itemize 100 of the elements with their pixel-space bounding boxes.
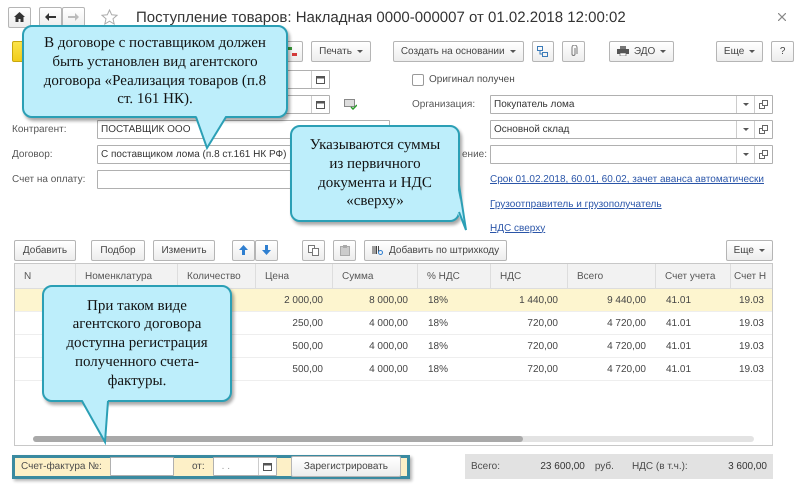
table-cell-text: 41.01 (665, 294, 692, 308)
table-cell-text: 4 720,00 (606, 362, 647, 376)
table-cell-text: 19.03 (738, 316, 765, 330)
link[interactable]: Грузоотправитель и грузополучатель (490, 199, 662, 210)
column-header[interactable]: НДС (491, 264, 568, 288)
caret-icon (759, 248, 765, 252)
structure-icon (537, 46, 548, 56)
toolbar-button[interactable]: Создать на основании (392, 40, 524, 62)
column-header[interactable]: Счет учета (656, 264, 731, 288)
barcode-button[interactable]: Добавить по штрихкоду (364, 240, 508, 260)
total-label: Всего: (471, 461, 500, 472)
field-label: Счет-фактура №: (21, 461, 102, 472)
input-field[interactable]: Основной склад (490, 120, 773, 139)
field-label: Счет на оплату: (12, 174, 86, 185)
scrollbar[interactable] (33, 436, 754, 442)
table-cell-text: 720,00 (526, 316, 559, 330)
calendar-icon (316, 100, 325, 109)
table-cell-text: 4 720,00 (606, 340, 647, 354)
paste-button[interactable] (333, 240, 356, 260)
attach-button[interactable] (562, 40, 585, 62)
arrow-right-icon (68, 13, 79, 21)
tooltip-text: В договоре с поставщиком должен быть установлен вид агентского договора «Реализация товаров (п.8 ст. 161 НК). (42, 34, 268, 109)
input-field[interactable]: Покупатель лома (490, 95, 773, 114)
input-field[interactable] (490, 145, 773, 164)
currency-label: руб. (594, 461, 614, 472)
table-cell-text: 720,00 (526, 340, 559, 354)
table-cell-text: 19.03 (738, 340, 765, 354)
vat-amount: 3 600,00 (728, 461, 767, 472)
window-title: Поступление товаров: Накладная 0000-000007 от 01.02.2018 12:00:02 (136, 8, 626, 26)
table-cell-text: 720,00 (526, 362, 559, 376)
column-header[interactable]: Сумма (333, 264, 418, 288)
table-cell-text: 18% (427, 340, 450, 354)
table-cell-text: 4 000,00 (368, 362, 409, 376)
link[interactable]: Срок 01.02.2018, 60.01, 60.02, зачет аванса автоматически (490, 174, 764, 185)
table-cell-text: 250,00 (291, 316, 324, 330)
table-cell-text: 18% (427, 362, 450, 376)
table-cell-text: 41.01 (665, 316, 692, 330)
table-cell-text: 18% (427, 294, 450, 308)
column-header[interactable]: Счет Н (731, 264, 772, 288)
debit-credit-icon (286, 46, 298, 56)
table-cell-text: 4 000,00 (368, 316, 409, 330)
table-cell-text: 1 440,00 (518, 294, 559, 308)
clipboard-icon (340, 244, 350, 256)
field-label: ение: (462, 149, 487, 160)
structure-button[interactable] (532, 40, 554, 62)
document-check-icon (344, 99, 357, 110)
calendar-icon (262, 462, 272, 471)
field-label: Организация: (412, 99, 476, 110)
copy-button[interactable] (302, 240, 325, 260)
table-cell-text: 41.01 (665, 362, 692, 376)
caret-icon (742, 103, 748, 106)
barcode-icon (372, 244, 384, 256)
table-cell-text: 19.03 (738, 294, 765, 308)
toolbar-button[interactable]: Печать (311, 40, 371, 62)
toolbar-button[interactable]: Еще (716, 40, 764, 62)
field-label: Договор: (12, 149, 54, 160)
open-icon (759, 100, 768, 109)
home-icon (14, 12, 25, 22)
table-cell-text: 500,00 (291, 340, 324, 354)
printer-icon (616, 46, 629, 56)
table-button[interactable]: Подбор (91, 240, 145, 260)
checkbox[interactable] (412, 74, 424, 86)
arrow-up-icon (239, 245, 248, 255)
copy-icon (308, 244, 319, 256)
table-button[interactable]: Изменить (153, 240, 215, 260)
caret-icon (742, 153, 748, 156)
arrow-down-icon (262, 245, 271, 255)
table-cell-text: 8 000,00 (368, 294, 409, 308)
star-icon[interactable] (101, 9, 118, 25)
paperclip-icon (569, 45, 578, 57)
arrow-left-icon (45, 13, 56, 21)
more-button[interactable]: Еще (726, 240, 773, 260)
table-cell-text: 2 000,00 (283, 294, 324, 308)
input-field[interactable] (110, 457, 174, 476)
field-label: от: (192, 461, 205, 472)
column-header[interactable]: Цена (256, 264, 333, 288)
close-icon[interactable] (778, 13, 786, 21)
calendar-icon (316, 75, 325, 84)
table-cell-text: 4 000,00 (368, 340, 409, 354)
column-header[interactable]: % НДС (418, 264, 491, 288)
checkbox-label: Оригинал получен (429, 74, 515, 85)
move-up-button[interactable] (232, 240, 255, 260)
table-cell-text: 19.03 (738, 362, 765, 376)
table-cell-text: 4 720,00 (606, 316, 647, 330)
register-button[interactable]: Зарегистрировать (290, 456, 401, 477)
move-down-button[interactable] (255, 240, 278, 260)
open-icon (759, 125, 768, 134)
field-label: Контрагент: (12, 124, 68, 135)
toolbar-button[interactable]: ? (771, 40, 794, 62)
table-cell-text: 9 440,00 (606, 294, 647, 308)
edo-button[interactable]: ЭДО (608, 40, 674, 62)
total-amount: 23 600,00 (540, 461, 585, 472)
column-header[interactable]: Всего (568, 264, 656, 288)
link[interactable]: НДС сверху (490, 222, 546, 234)
table-cell-text: 41.01 (665, 340, 692, 354)
back-button[interactable] (39, 6, 62, 28)
vat-label: НДС (в т.ч.): (632, 461, 688, 472)
table-button[interactable]: Добавить (14, 240, 76, 260)
caret-icon (742, 128, 748, 131)
home-button[interactable] (8, 6, 31, 28)
